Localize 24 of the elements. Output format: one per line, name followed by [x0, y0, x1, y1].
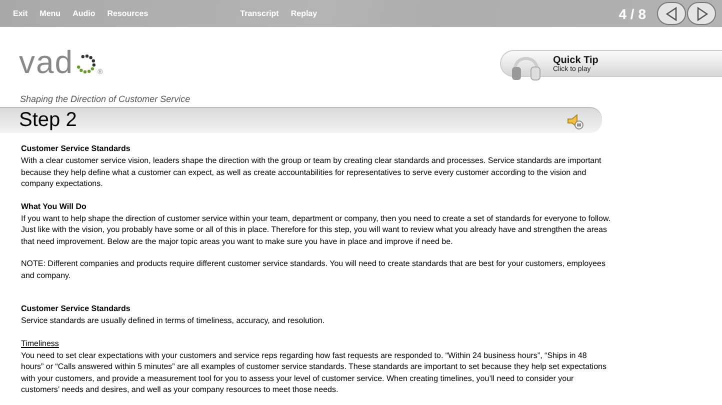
- tagline: Shaping the Direction of Customer Service: [20, 94, 192, 106]
- section-heading: Customer Service Standards: [21, 303, 132, 315]
- menu-link[interactable]: Transcript: [235, 7, 284, 20]
- section-subheading: Timeliness: [21, 338, 60, 350]
- next-button[interactable]: [687, 2, 716, 25]
- step-title: Step 2: [19, 109, 77, 132]
- logo-text: vad: [19, 46, 74, 78]
- menu-link[interactable]: Exit: [8, 7, 33, 20]
- menu-link[interactable]: Audio: [68, 7, 100, 20]
- paragraph: With a clear customer service vision, leaders shape the direction with the group or team by creating clear standards and processes. Service standards are important because they help define what a customer can expect, as well as create accountabilities for representatives to serve every customer according to the vision and company expectations.: [21, 155, 602, 190]
- paragraph: NOTE: Different companies and products require different customer service standards. You will need to create standards that are best for your customers, employees and company.: [21, 258, 606, 281]
- page-counter: 4 / 8: [618, 6, 646, 22]
- section-heading: What You Will Do: [21, 200, 88, 212]
- paragraph: Service standards are usually defined in terms of timeliness, accuracy, and resolution.: [21, 315, 326, 326]
- quick-tip-title: Quick Tip: [553, 54, 598, 66]
- section-heading: Customer Service Standards: [21, 143, 132, 155]
- paragraph: You need to set clear expectations with your customers and service reps regarding how fast requests are responded to. “Within 24 business hours”, “Ships in 48 hours” or “Calls answered within 5 minutes” are all examples of customer service standards. These standards are important to set because they help set expectations with your customers, and provide a measurement tool for you to assess your level of customer service. When creating timelines, you’ll need to consider your customers’ needs and desires, and well as your company resources to meet those needs.: [21, 350, 608, 396]
- menu-link[interactable]: Menu: [34, 7, 66, 20]
- left-triangle-icon: [664, 6, 680, 22]
- paragraph: If you want to help shape the direction of customer service within your team, department or company, then you need to create a set of standards for everyone to follow. Just like with the vision, you probably have some or all of this in place. Therefore for this step, you will want to review what you already have and strengthen the areas that need improvement. Below are the major topic areas you want to make sure you have in place and improve if need be.: [21, 212, 611, 247]
- menu-link[interactable]: Replay: [286, 7, 322, 20]
- previous-button[interactable]: [657, 2, 686, 25]
- menu-link[interactable]: Resources: [102, 7, 154, 20]
- speaker-icon[interactable]: [566, 112, 584, 130]
